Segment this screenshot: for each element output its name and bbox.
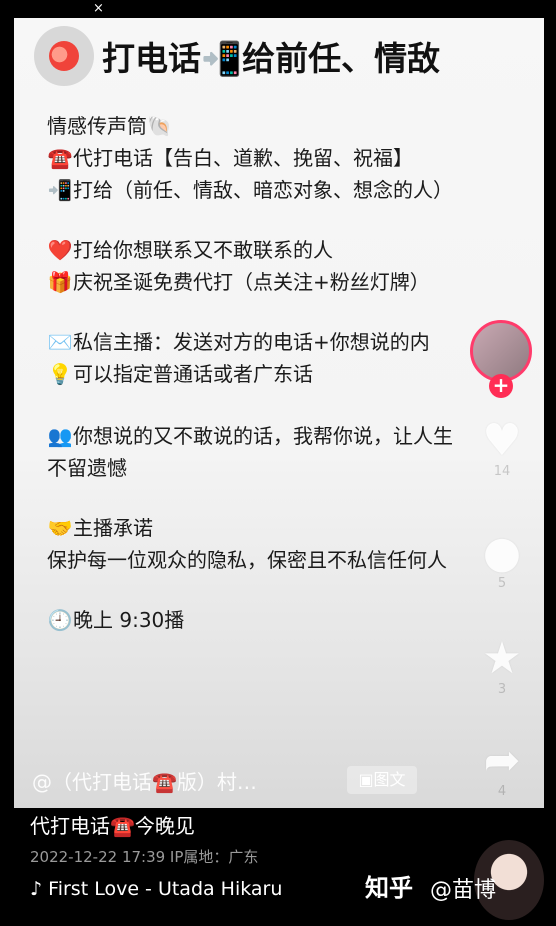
post-line: 🕘晚上 9:30播 <box>47 604 527 636</box>
post-header: 打电话📲给前任、情敌 <box>34 26 440 86</box>
video-title: 代打电话☎️今晚见 <box>30 814 195 838</box>
post-line: ✉️私信主播：发送对方的电话+你想说的内 <box>47 326 527 358</box>
post-line: ❤️打给你想联系又不敢联系的人 <box>47 234 527 266</box>
share-count: 4 <box>497 784 507 799</box>
post-line: 情感传声筒🐚 <box>47 114 172 138</box>
close-icon[interactable]: × <box>93 1 104 16</box>
gift-icon: 🎁 <box>47 270 73 294</box>
app-logo-icon <box>34 26 94 86</box>
like-count: 14 <box>493 464 511 479</box>
post-body: 情感传声筒🐚 ☎️代打电话【告白、道歉、挽留、祝福】 📲打给（前任、情敌、暗恋对… <box>47 110 527 636</box>
favorite-button[interactable]: ★ 3 <box>474 633 530 698</box>
post-line: 不留遗憾 <box>47 456 127 480</box>
follow-button[interactable]: + <box>489 374 513 398</box>
post-line: 🤝主播承诺 <box>47 512 527 544</box>
telephone-icon: ☎️ <box>47 146 73 170</box>
image-text-tag[interactable]: ▣图文 <box>347 766 417 794</box>
post-line: 💡可以指定普通话或者广东话 <box>47 358 527 390</box>
post-line: 保护每一位观众的隐私，保密且不私信任何人 <box>47 548 447 572</box>
status-bar: × <box>0 0 556 18</box>
post-line: 📲打给（前任、情敌、暗恋对象、想念的人） <box>47 174 527 206</box>
like-button[interactable]: ♥ 14 <box>474 415 530 480</box>
share-button[interactable]: ➦ 4 <box>474 735 530 800</box>
post-line: ☎️代打电话【告白、道歉、挽留、祝福】 <box>47 142 527 174</box>
share-icon: ➦ <box>483 735 521 786</box>
handshake-icon: 🤝 <box>47 516 73 540</box>
envelope-icon: ✉️ <box>47 330 73 354</box>
date-location: 2022-12-22 17:39 IP属地：广东 <box>30 848 259 866</box>
favorite-count: 3 <box>497 682 507 697</box>
zhihu-watermark: 知乎 <box>365 874 413 902</box>
post-line: 🎁庆祝圣诞免费代打（点关注+粉丝灯牌） <box>47 266 527 298</box>
comment-count: 5 <box>497 576 507 591</box>
mobile-phone-icon: 📲 <box>47 178 73 202</box>
comment-button[interactable]: ● 5 <box>474 527 530 592</box>
people-icon: 👥 <box>47 424 73 448</box>
post-caption[interactable]: @（代打电话☎️版）村… <box>32 766 332 795</box>
music-note-icon: ♪ <box>30 878 49 900</box>
zhihu-watermark-user: @苗博 <box>430 878 497 903</box>
post-title: 打电话📲给前任、情敌 <box>102 39 441 78</box>
light-bulb-icon: 💡 <box>47 362 73 386</box>
clock-icon: 🕘 <box>47 608 73 632</box>
star-icon: ★ <box>482 633 522 684</box>
heart-icon: ♥ <box>482 415 522 466</box>
comment-icon: ● <box>482 527 522 578</box>
heart-icon: ❤️ <box>47 238 73 262</box>
music-track[interactable]: ♪ First Love - Utada Hikaru <box>30 878 282 900</box>
post-line: 👥你想说的又不敢说的话，我帮你说，让人生 <box>47 420 527 452</box>
video-post-screen[interactable]: 打电话📲给前任、情敌 情感传声筒🐚 ☎️代打电话【告白、道歉、挽留、祝福】 📲打… <box>14 18 544 808</box>
post-info-panel: 代打电话☎️今晚见 2022-12-22 17:39 IP属地：广东 ♪ Fir… <box>0 808 556 926</box>
